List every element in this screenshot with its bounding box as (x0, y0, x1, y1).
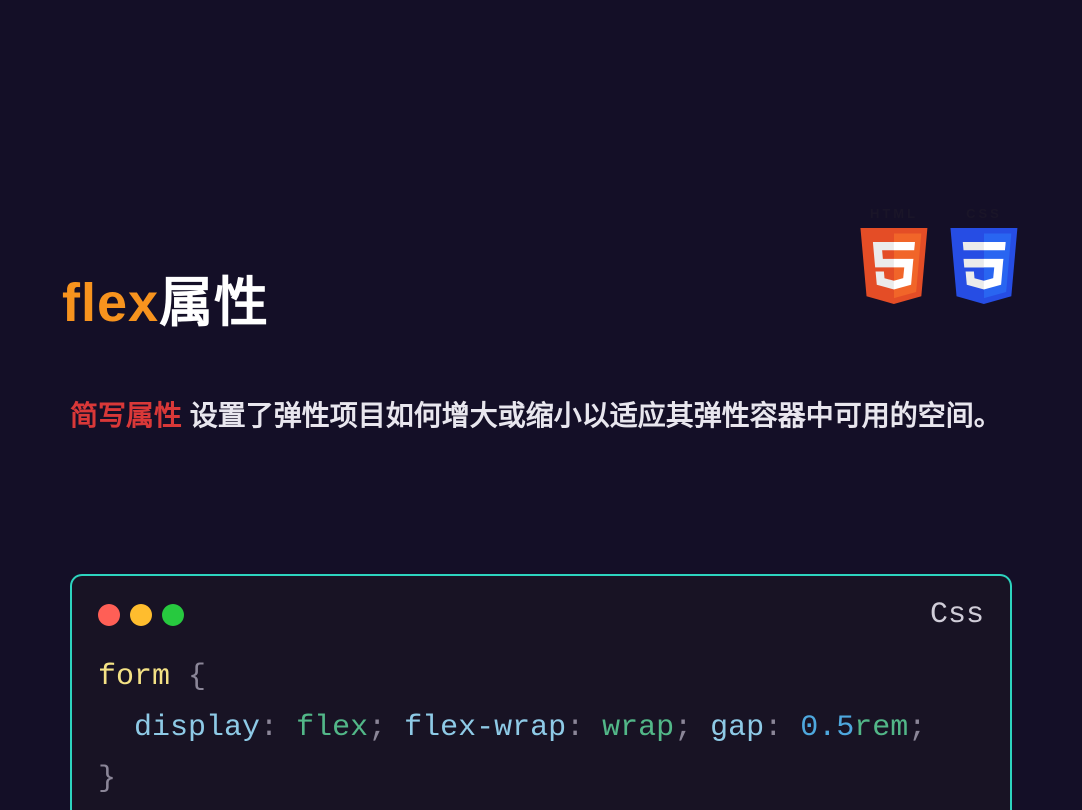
html5-label: HTML (856, 206, 932, 221)
description-text: 设置了弹性项目如何增大或缩小以适应其弹性容器中可用的空间。 (182, 400, 1002, 431)
css3-logo: CSS (946, 206, 1022, 314)
css3-label: CSS (946, 206, 1022, 221)
maximize-icon (162, 604, 184, 626)
title-highlight: flex (62, 273, 159, 333)
html5-logo: HTML (856, 206, 932, 314)
code-block: Css form { display: flex; flex-wrap: wra… (70, 574, 1012, 810)
minimize-icon (130, 604, 152, 626)
description-keyword: 简写属性 (70, 400, 182, 431)
window-controls (98, 604, 184, 626)
code-language-label: Css (930, 598, 984, 632)
close-icon (98, 604, 120, 626)
code-block-header: Css (98, 598, 984, 632)
html5-shield-icon (856, 223, 932, 309)
description: 简写属性 设置了弹性项目如何增大或缩小以适应其弹性容器中可用的空间。 (70, 390, 1012, 442)
css3-shield-icon (946, 223, 1022, 309)
page-title: flex属性 (62, 258, 269, 337)
tech-logos: HTML CSS (856, 206, 1022, 314)
code-content: form { display: flex; flex-wrap: wrap; g… (98, 652, 984, 810)
title-rest: 属性 (159, 273, 269, 333)
